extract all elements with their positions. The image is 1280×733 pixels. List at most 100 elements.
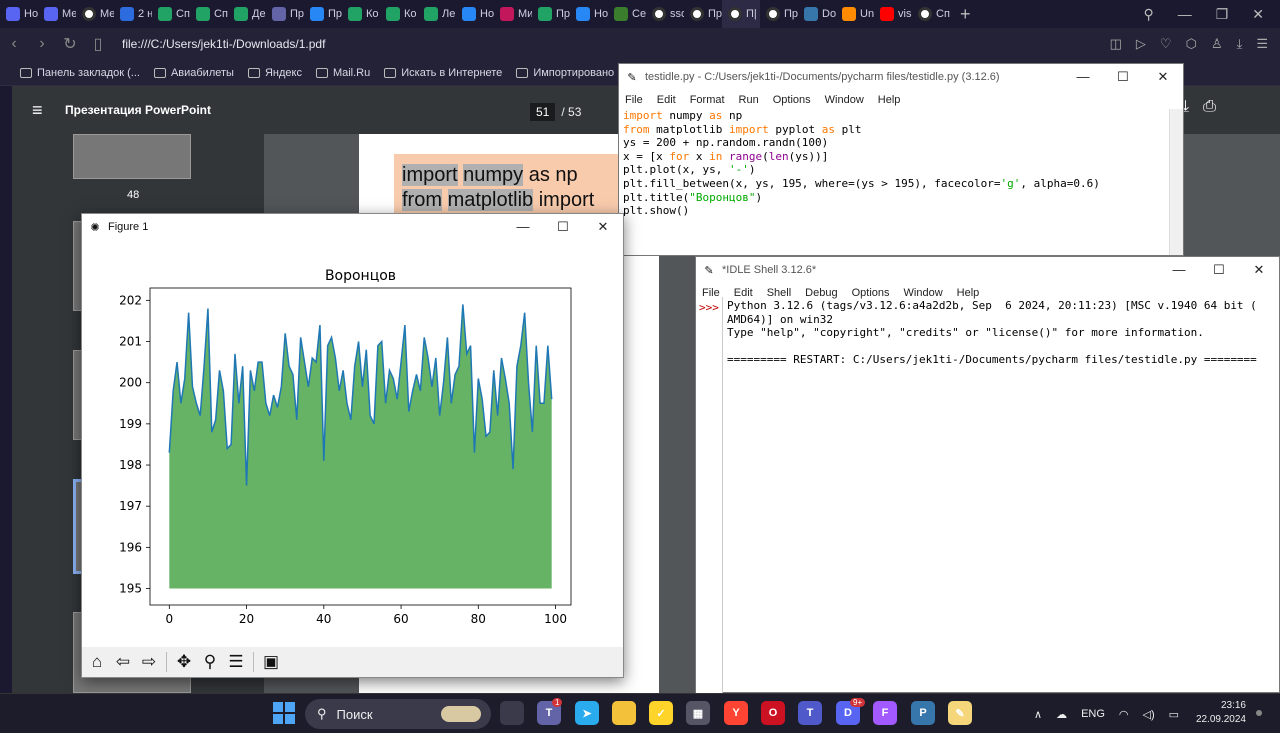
menu-item-edit[interactable]: Edit [734,287,753,299]
bookmark-item[interactable]: Авиабилеты [153,67,234,79]
browser-tab[interactable]: Но [0,0,38,28]
idle-icon[interactable]: ✎ [948,701,972,725]
browser-tab[interactable]: Do [798,0,836,28]
menu-item-window[interactable]: Window [825,94,864,106]
editor-scrollbar[interactable] [1169,109,1183,255]
close-button[interactable]: ✕ [583,214,623,240]
language-indicator[interactable]: ENG [1081,708,1105,720]
minimize-button[interactable]: — [1159,257,1199,283]
url-field[interactable]: file:///C:/Users/jek1ti-/Downloads/1.pdf [122,37,325,51]
task-view-icon[interactable] [500,701,524,725]
browser-tab[interactable]: Спі [912,0,950,28]
menu-item-help[interactable]: Help [957,287,980,299]
clock[interactable]: 23:16 22.09.2024 [1190,699,1246,727]
browser-tab[interactable]: Ме [38,0,76,28]
telegram-icon[interactable]: ➤ [575,701,599,725]
browser-tab[interactable]: П| [722,0,760,28]
browser-tab[interactable]: Ле [418,0,456,28]
calculator-icon[interactable]: ▦ [686,701,710,725]
forward-icon[interactable]: ⇨ [138,651,160,673]
browser-tab[interactable]: Пр [760,0,798,28]
minimize-button[interactable]: — [1178,6,1192,22]
menu-item-shell[interactable]: Shell [767,287,791,299]
home-icon[interactable]: ⌂ [86,651,108,673]
new-tab-button[interactable]: + [950,4,981,25]
forward-nav-icon[interactable]: › [28,35,56,53]
yandex-market-icon[interactable]: ✓ [649,701,673,725]
download-icon[interactable]: ⤓ [1237,36,1243,52]
menu-item-format[interactable]: Format [690,94,725,106]
menu-icon[interactable]: ☰ [1256,36,1268,52]
browser-tab[interactable]: Ми [494,0,532,28]
maximize-button[interactable]: ☐ [543,214,583,240]
heart-icon[interactable]: ♡ [1160,36,1172,52]
back-icon[interactable]: ⇦ [112,651,134,673]
save-icon[interactable]: ▣ [260,651,282,673]
battery-icon[interactable]: ▭ [1169,708,1179,721]
zoom-icon[interactable]: ⚲ [199,651,221,673]
menu-item-options[interactable]: Options [773,94,811,106]
close-button[interactable]: ✕ [1143,64,1183,90]
close-button[interactable]: ✕ [1252,6,1264,23]
explorer-icon[interactable] [612,701,636,725]
pan-icon[interactable]: ✥ [173,651,195,673]
camera-icon[interactable]: ◫ [1110,36,1122,52]
volume-icon[interactable]: ◁) [1143,708,1155,721]
bookmark-item[interactable]: Искать в Интернете [384,67,502,79]
maximize-button[interactable]: ❐ [1216,6,1229,23]
search-tabs-icon[interactable]: ⚲ [1143,6,1153,23]
browser-tab[interactable]: Спі [190,0,228,28]
teams-icon-2[interactable]: T [798,701,822,725]
print-icon[interactable]: ⎙ [1203,98,1216,116]
menu-item-options[interactable]: Options [852,287,890,299]
menu-item-help[interactable]: Help [878,94,901,106]
close-button[interactable]: ✕ [1239,257,1279,283]
start-button[interactable] [273,702,295,724]
browser-tab[interactable]: Но [570,0,608,28]
maximize-button[interactable]: ☐ [1103,64,1143,90]
browser-tab[interactable]: Un [836,0,874,28]
menu-item-run[interactable]: Run [739,94,759,106]
maximize-button[interactable]: ☐ [1199,257,1239,283]
cloud-icon[interactable]: ☁ [1056,708,1067,721]
reload-icon[interactable]: ↻ [56,34,84,54]
page-number-input[interactable]: 51 [530,103,556,121]
page-thumbnail[interactable] [73,134,191,179]
browser-tab[interactable]: Де [228,0,266,28]
menu-item-file[interactable]: File [625,94,643,106]
bookmark-item[interactable]: Яндекс [247,67,302,79]
cube-icon[interactable]: ⬡ [1186,36,1197,52]
browser-tab[interactable]: Се [608,0,646,28]
browser-tab[interactable]: Ме [76,0,114,28]
figma-icon[interactable]: F [873,701,897,725]
notification-icon[interactable] [1256,710,1262,716]
wifi-icon[interactable]: ◠ [1119,708,1129,721]
tray-overflow-icon[interactable]: ∧ [1034,708,1042,721]
configure-icon[interactable]: ☰ [225,651,247,673]
bookmark-item[interactable]: Импортировано и... [516,67,633,79]
yandex-browser-icon[interactable]: Y [724,701,748,725]
browser-tab[interactable]: Пр [266,0,304,28]
code-editor[interactable]: import numpy as np from matplotlib import… [623,109,1100,218]
play-icon[interactable]: ▷ [1136,36,1146,52]
minimize-button[interactable]: — [1063,64,1103,90]
pdf-menu-icon[interactable]: ≡ [32,101,48,119]
plot-canvas[interactable]: 0 20 40 60 80 100 195 196 197 198 199 200 201 202 Воро… [82,240,623,647]
minimize-button[interactable]: — [503,214,543,240]
browser-tab[interactable]: Ко [380,0,418,28]
taskbar-search[interactable]: ⚲ Поиск [305,699,491,729]
back-nav-icon[interactable]: ‹ [0,35,28,53]
browser-tab[interactable]: Ко [342,0,380,28]
python-icon[interactable]: P [911,701,935,725]
browser-tab[interactable]: sso [646,0,684,28]
browser-tab[interactable]: Пр [684,0,722,28]
browser-tab[interactable]: 2 н [114,0,152,28]
bookmark-item[interactable]: Панель закладок (... [20,67,140,79]
browser-tab[interactable]: Спі [152,0,190,28]
browser-tab[interactable]: Пр [304,0,342,28]
opera-icon[interactable]: O [761,701,785,725]
browser-tab[interactable]: visi [874,0,912,28]
menu-item-debug[interactable]: Debug [805,287,837,299]
menu-item-edit[interactable]: Edit [657,94,676,106]
browser-tab[interactable]: Но [456,0,494,28]
